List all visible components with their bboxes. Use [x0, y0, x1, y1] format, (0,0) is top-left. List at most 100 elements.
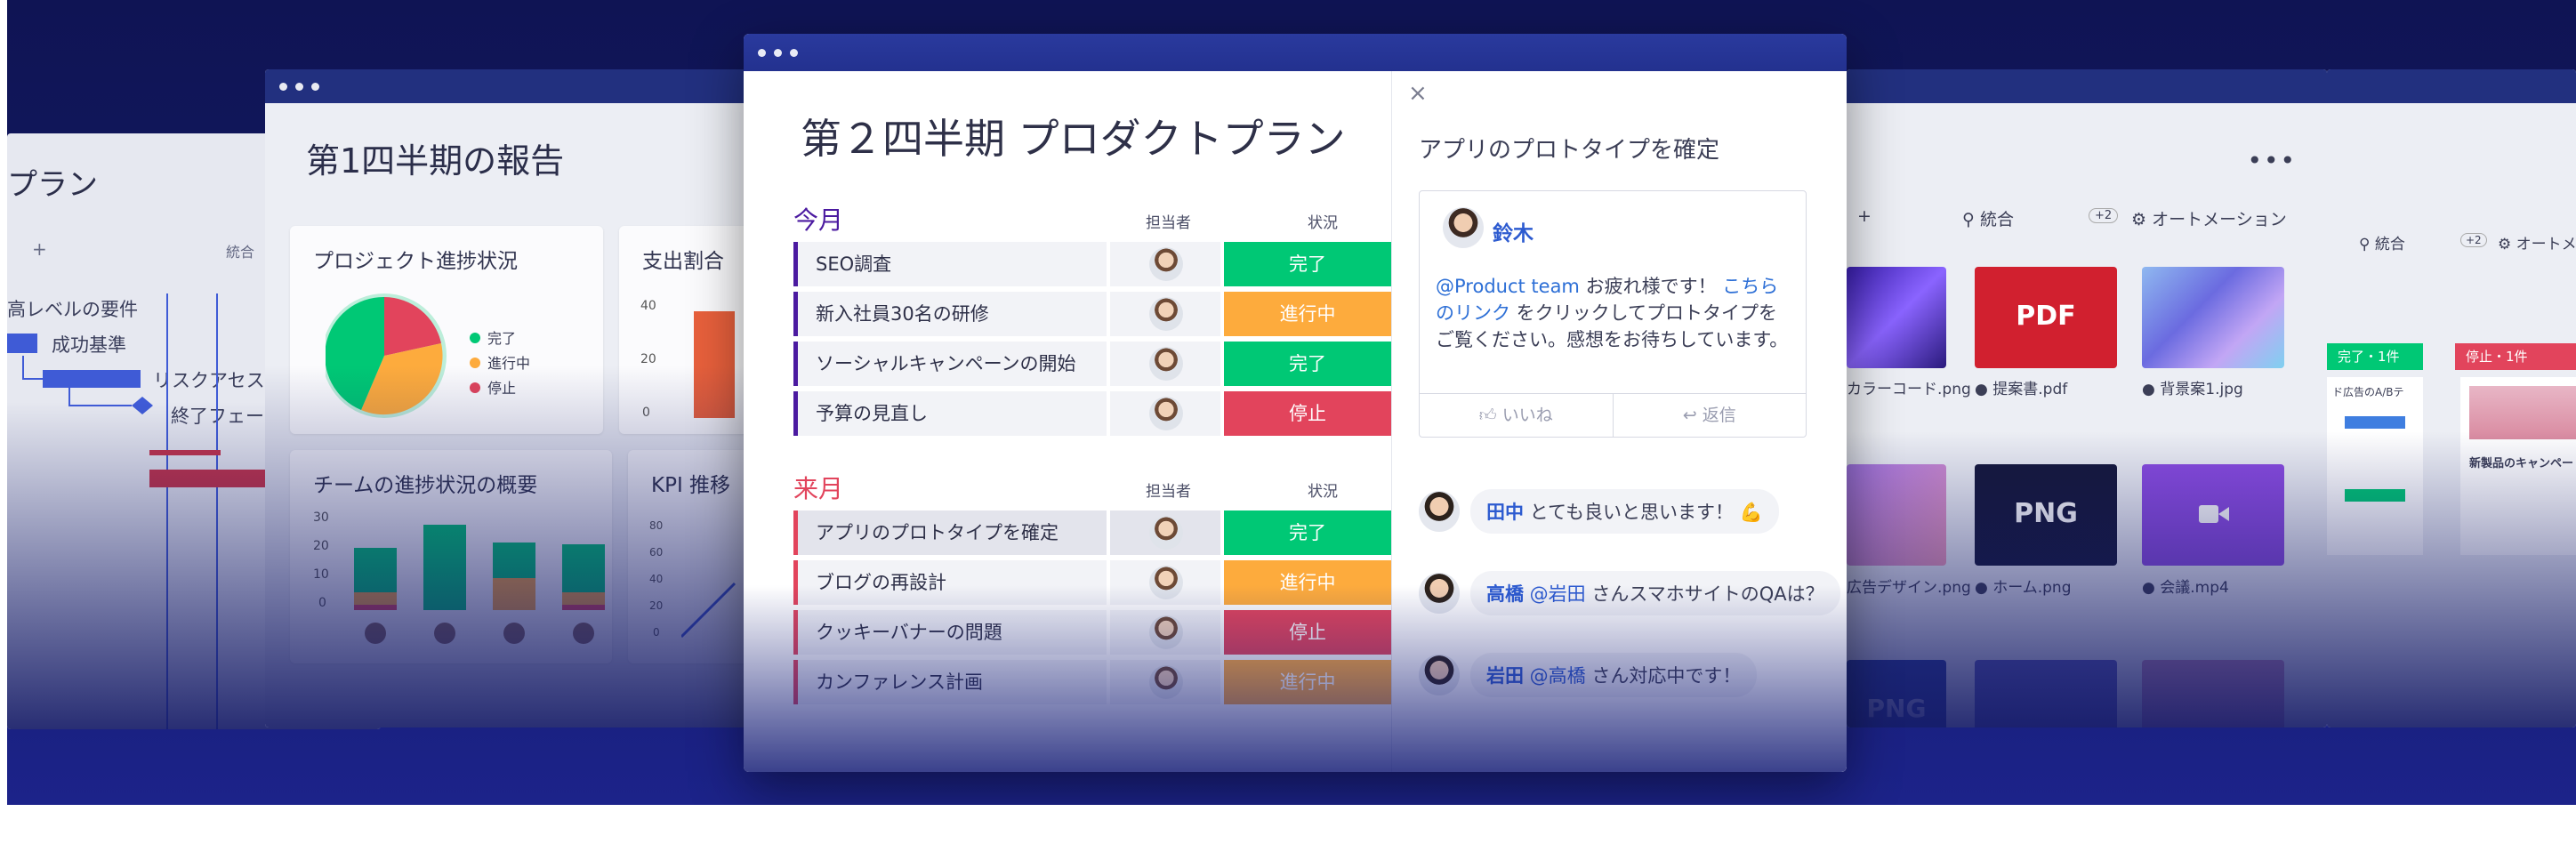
integrations-button[interactable]: ⚲ 統合: [2359, 231, 2405, 253]
expense-card[interactable]: 支出割合 40 20 0: [619, 226, 763, 434]
file-thumbnail[interactable]: [2142, 660, 2284, 727]
item-name[interactable]: アプリのプロトタイプを確定: [793, 510, 1107, 555]
table-row[interactable]: アプリのプロトタイプを確定 完了: [793, 510, 1391, 555]
tick-label: 30: [313, 510, 329, 525]
window-dot[interactable]: [774, 48, 782, 57]
owner-cell[interactable]: [1110, 560, 1220, 605]
status-cell[interactable]: 完了: [1224, 342, 1391, 386]
pdf-label: PDF: [2016, 301, 2076, 332]
reply-mention[interactable]: @高橋: [1524, 665, 1586, 687]
file-thumbnail[interactable]: [2142, 267, 2284, 368]
table-row[interactable]: ブログの再設計 進行中: [793, 560, 1391, 605]
file-thumbnail[interactable]: [2142, 464, 2284, 566]
automations-button[interactable]: ⚙ オートメ: [2498, 231, 2576, 253]
item-name[interactable]: ソーシャルキャンペーンの開始: [793, 342, 1107, 386]
table-row[interactable]: 予算の見直し 停止: [793, 391, 1391, 436]
owner-cell[interactable]: [1110, 292, 1220, 336]
owner-cell[interactable]: [1110, 610, 1220, 655]
window-dot[interactable]: [279, 82, 287, 91]
status-cell[interactable]: 停止: [1224, 610, 1391, 655]
status-cell[interactable]: 進行中: [1224, 660, 1391, 704]
status-cell[interactable]: 進行中: [1224, 560, 1391, 605]
owner-cell[interactable]: [1110, 342, 1220, 386]
reply-button[interactable]: ↩ 返信: [1612, 394, 1807, 437]
file-thumbnail[interactable]: [1847, 267, 1946, 368]
plan-window-title: プラン: [7, 167, 98, 203]
post-author[interactable]: 鈴木: [1493, 216, 1534, 246]
file-thumbnail[interactable]: PDF: [1975, 267, 2117, 368]
reply-bubble: 田中 とても良いと思います！ 💪: [1470, 489, 1779, 534]
group-title-next-month[interactable]: 来月: [793, 470, 843, 505]
add-view-button[interactable]: +: [1857, 206, 1872, 226]
column-header-status[interactable]: 状況: [1308, 210, 1338, 232]
gantt-bar: [149, 450, 221, 455]
automations-button[interactable]: ⚙ オートメーション: [2131, 206, 2287, 230]
item-name[interactable]: SEO調査: [793, 242, 1107, 286]
avatar: [1149, 247, 1183, 281]
table-row[interactable]: 新入社員30名の研修 進行中: [793, 292, 1391, 336]
file-thumbnail[interactable]: PNG: [1975, 464, 2117, 566]
column-header-owner[interactable]: 担当者: [1146, 210, 1191, 232]
status-pill: [2345, 416, 2405, 429]
card-title: チームの進捗状況の概要: [313, 474, 538, 497]
table-row[interactable]: SEO調査 完了: [793, 242, 1391, 286]
toolbar-integrations[interactable]: 統合: [226, 240, 254, 261]
integrations-button[interactable]: ⚲ 統合: [1962, 206, 2014, 230]
reply-author[interactable]: 田中: [1486, 502, 1524, 523]
status-cell[interactable]: 進行中: [1224, 292, 1391, 336]
item-name[interactable]: カンファレンス計画: [793, 660, 1107, 704]
close-icon[interactable]: ×: [1408, 80, 1428, 107]
file-thumbnail[interactable]: [1847, 464, 1946, 566]
status-cell[interactable]: 完了: [1224, 510, 1391, 555]
window-dot[interactable]: [311, 82, 319, 91]
window-dot[interactable]: [758, 48, 766, 57]
files-window: ••• + ⚲ 統合 +2 ⚙ オートメーション PDF カラーコード.png …: [1847, 69, 2327, 727]
owner-cell[interactable]: [1110, 242, 1220, 286]
avatar: [1149, 566, 1183, 599]
automations-label: オートメーション: [2152, 210, 2287, 229]
group-title-this-month[interactable]: 今月: [793, 201, 843, 237]
kanban-card[interactable]: 新製品のキャンペー: [2460, 377, 2576, 555]
kanban-card[interactable]: ド広告のA/Bテ: [2327, 377, 2423, 555]
reply-author[interactable]: 高橋: [1486, 583, 1524, 605]
avatar: [1149, 397, 1183, 430]
file-thumbnail[interactable]: [1975, 660, 2117, 727]
item-name[interactable]: 新入社員30名の研修: [793, 292, 1107, 336]
column-header-status[interactable]: 状況: [1308, 478, 1338, 501]
window-dot[interactable]: [790, 48, 798, 57]
window-dot[interactable]: [295, 82, 303, 91]
file-name: 広告デザイン.png: [1847, 579, 1971, 597]
robot-icon: ⚙: [2131, 210, 2153, 229]
pie-chart: 完了 進行中 停止: [326, 293, 530, 418]
file-thumbnail[interactable]: PNG: [1847, 660, 1946, 727]
like-button[interactable]: 👍︎ いいね: [1420, 394, 1613, 437]
team-progress-card[interactable]: チームの進捗状況の概要 30 20 10 0: [290, 450, 612, 663]
column-header-owner[interactable]: 担当者: [1146, 478, 1191, 501]
table-row[interactable]: クッキーバナーの問題 停止: [793, 610, 1391, 655]
mention-link[interactable]: @Product team: [1436, 276, 1580, 297]
kanban-column-stuck[interactable]: 停止・1件: [2455, 343, 2576, 370]
item-name[interactable]: クッキーバナーの問題: [793, 610, 1107, 655]
png-label: PNG: [2014, 498, 2078, 529]
item-name[interactable]: ブログの再設計: [793, 560, 1107, 605]
owner-cell[interactable]: [1110, 391, 1220, 436]
video-camera-icon: [2199, 505, 2229, 523]
status-cell[interactable]: 完了: [1224, 242, 1391, 286]
kanban-window: ⚲ 統合 +2 ⚙ オートメ 完了・1件 停止・1件 ド広告のA/Bテ 新製品の…: [2327, 69, 2576, 727]
avatar: [1149, 347, 1183, 381]
more-options-icon[interactable]: •••: [2247, 146, 2297, 175]
tick-label: 40: [649, 573, 664, 585]
board-title: 第２四半期 プロダクトプラン: [801, 115, 1346, 163]
status-cell[interactable]: 停止: [1224, 391, 1391, 436]
kanban-column-done[interactable]: 完了・1件: [2327, 343, 2423, 370]
table-row[interactable]: ソーシャルキャンペーンの開始 完了: [793, 342, 1391, 386]
owner-cell[interactable]: [1110, 660, 1220, 704]
item-name[interactable]: 予算の見直し: [793, 391, 1107, 436]
toolbar-plus[interactable]: +: [32, 238, 47, 260]
table-row[interactable]: カンファレンス計画 進行中: [793, 660, 1391, 704]
owner-cell[interactable]: [1110, 510, 1220, 555]
project-progress-card[interactable]: プロジェクト進捗状況 完了 進行中 停止: [290, 226, 603, 434]
panel-title: アプリのプロトタイプを確定: [1419, 137, 1720, 164]
reply-author[interactable]: 岩田: [1486, 665, 1524, 687]
reply-mention[interactable]: @岩田: [1524, 583, 1586, 605]
